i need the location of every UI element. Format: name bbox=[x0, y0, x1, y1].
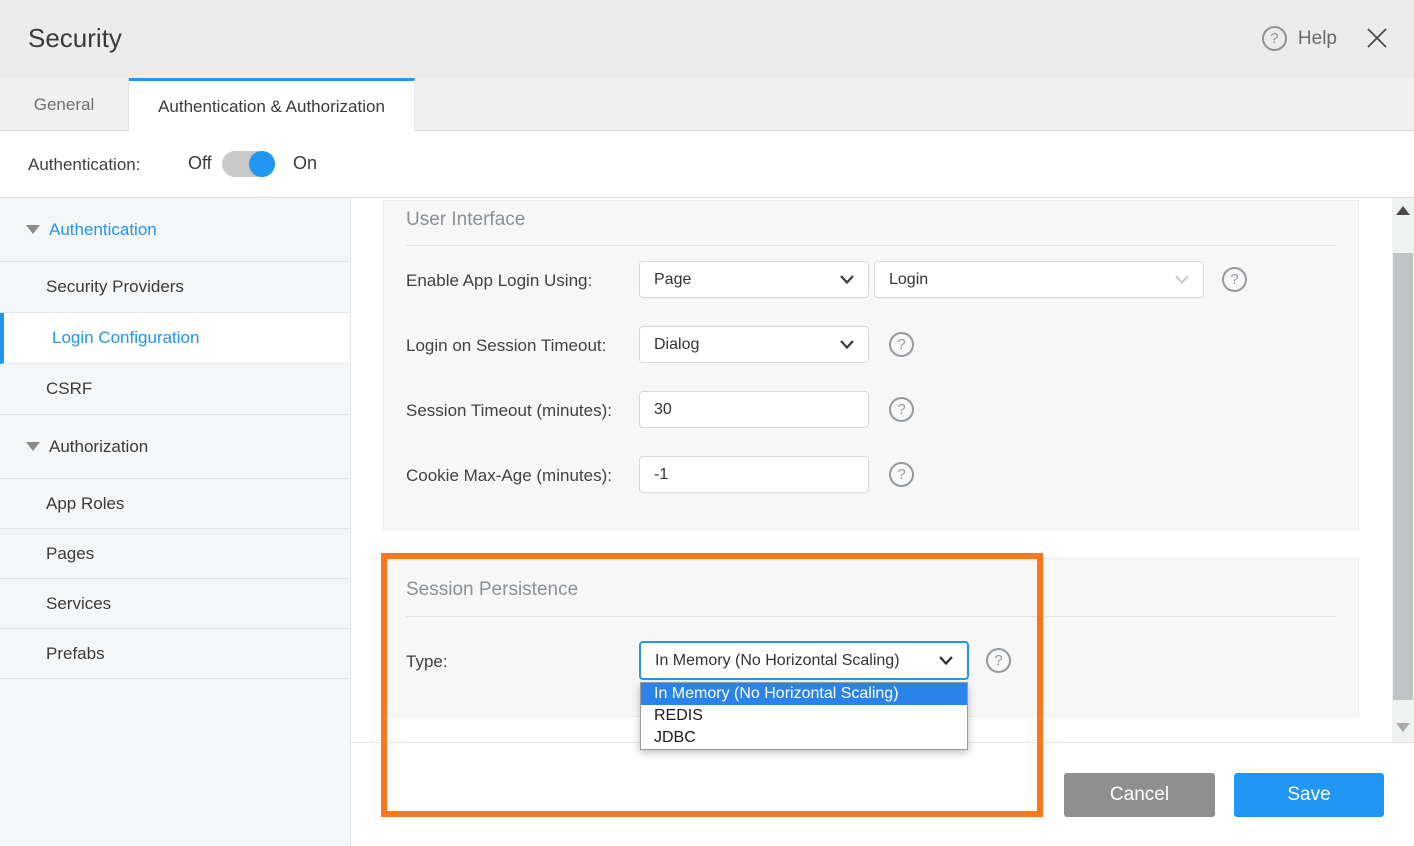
field-label: Type: bbox=[406, 652, 448, 672]
section-title: User Interface bbox=[406, 209, 525, 231]
help-icon[interactable] bbox=[889, 462, 914, 487]
toggle-off-label: Off bbox=[188, 153, 212, 174]
sidebar-item-security-providers[interactable]: Security Providers bbox=[0, 262, 350, 313]
help-icon bbox=[1262, 26, 1287, 51]
field-label: Cookie Max-Age (minutes): bbox=[406, 466, 612, 486]
help-label: Help bbox=[1298, 28, 1337, 50]
sidebar-item-pages[interactable]: Pages bbox=[0, 529, 350, 579]
auth-toggle-label: Authentication: bbox=[28, 155, 140, 175]
field-label: Enable App Login Using: bbox=[406, 271, 592, 291]
tab-general[interactable]: General bbox=[0, 78, 129, 131]
scrollbar-thumb[interactable] bbox=[1393, 253, 1413, 700]
sidebar: Authentication Security Providers Login … bbox=[0, 198, 351, 846]
sidebar-item-services[interactable]: Services bbox=[0, 579, 350, 629]
chevron-down-icon bbox=[840, 340, 854, 349]
sidebar-group-authentication[interactable]: Authentication bbox=[0, 198, 350, 262]
sidebar-item-login-configuration[interactable]: Login Configuration bbox=[0, 313, 350, 364]
login-on-session-timeout-select[interactable]: Dialog bbox=[639, 326, 869, 363]
toggle-knob-icon bbox=[249, 151, 275, 177]
help-icon[interactable] bbox=[1222, 267, 1247, 292]
help-button[interactable]: Help bbox=[1262, 26, 1337, 51]
cancel-button[interactable]: Cancel bbox=[1064, 773, 1215, 817]
chevron-down-icon bbox=[840, 275, 854, 284]
close-icon[interactable] bbox=[1366, 27, 1388, 49]
page-title: Security bbox=[28, 23, 122, 54]
tab-bar: General Authentication & Authorization bbox=[0, 78, 1414, 131]
help-icon[interactable] bbox=[889, 332, 914, 357]
session-timeout-input[interactable] bbox=[639, 391, 869, 428]
enable-app-login-select[interactable]: Page bbox=[639, 261, 869, 298]
scroll-down-icon[interactable] bbox=[1396, 723, 1410, 732]
sidebar-item-csrf[interactable]: CSRF bbox=[0, 364, 350, 415]
section-user-interface: User Interface Enable App Login Using: P… bbox=[383, 200, 1359, 530]
help-icon[interactable] bbox=[889, 397, 914, 422]
tab-authentication-authorization[interactable]: Authentication & Authorization bbox=[129, 78, 415, 132]
dialog-header: Security Help bbox=[0, 0, 1414, 78]
dropdown-option-redis[interactable]: REDIS bbox=[641, 705, 967, 727]
dropdown-option-jdbc[interactable]: JDBC bbox=[641, 727, 967, 749]
main-content: User Interface Enable App Login Using: P… bbox=[351, 198, 1414, 742]
field-label: Session Timeout (minutes): bbox=[406, 401, 612, 421]
dropdown-option-in-memory[interactable]: In Memory (No Horizontal Scaling) bbox=[641, 683, 967, 705]
cookie-max-age-input[interactable] bbox=[639, 456, 869, 493]
save-button[interactable]: Save bbox=[1234, 773, 1384, 817]
sidebar-group-label: Authentication bbox=[49, 220, 157, 240]
sidebar-item-app-roles[interactable]: App Roles bbox=[0, 479, 350, 529]
security-dialog: Security Help General Authentication & A… bbox=[0, 0, 1414, 846]
collapse-arrow-icon bbox=[26, 225, 40, 234]
collapse-arrow-icon bbox=[26, 442, 40, 451]
divider bbox=[406, 245, 1336, 246]
sidebar-group-label: Authorization bbox=[49, 437, 148, 457]
field-label: Login on Session Timeout: bbox=[406, 336, 606, 356]
chevron-down-icon bbox=[939, 656, 953, 665]
authentication-toggle-row: Authentication: Off On bbox=[0, 131, 1414, 197]
scroll-up-icon[interactable] bbox=[1396, 206, 1410, 215]
section-title: Session Persistence bbox=[406, 579, 578, 601]
help-icon[interactable] bbox=[986, 648, 1011, 673]
type-dropdown-list: In Memory (No Horizontal Scaling) REDIS … bbox=[640, 682, 968, 750]
toggle-on-label: On bbox=[293, 153, 317, 174]
authentication-toggle-switch[interactable] bbox=[222, 151, 275, 177]
chevron-down-icon bbox=[1175, 275, 1189, 284]
divider bbox=[406, 616, 1336, 617]
session-persistence-type-select[interactable]: In Memory (No Horizontal Scaling) bbox=[639, 641, 969, 680]
login-page-select[interactable]: Login bbox=[874, 261, 1204, 298]
scrollbar[interactable] bbox=[1392, 198, 1414, 742]
sidebar-item-prefabs[interactable]: Prefabs bbox=[0, 629, 350, 679]
sidebar-group-authorization[interactable]: Authorization bbox=[0, 415, 350, 479]
